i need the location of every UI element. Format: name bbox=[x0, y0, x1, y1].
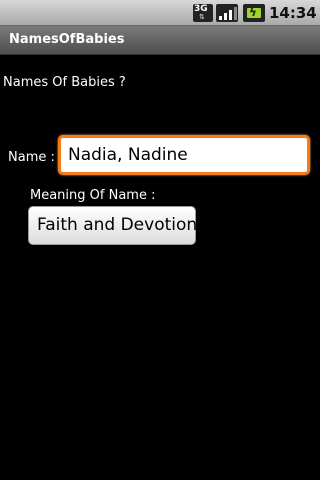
battery-charging-icon: ϟ bbox=[243, 4, 265, 22]
status-time: 14:34 bbox=[269, 4, 317, 22]
network-3g-icon: 3G ⇅ bbox=[193, 4, 213, 22]
signal-strength-icon bbox=[216, 4, 238, 22]
signal-bar bbox=[234, 7, 237, 20]
app-title-bar: NamesOfBabies bbox=[0, 26, 320, 55]
name-input[interactable] bbox=[58, 135, 310, 175]
signal-bar bbox=[219, 16, 222, 20]
signal-bar bbox=[224, 13, 227, 20]
signal-bar bbox=[229, 10, 232, 20]
app-title: NamesOfBabies bbox=[9, 32, 125, 47]
status-bar: 3G ⇅ ϟ 14:34 bbox=[0, 0, 320, 26]
name-label: Name : bbox=[8, 150, 55, 165]
question-label: Names Of Babies ? bbox=[3, 75, 126, 90]
meaning-label: Meaning Of Name : bbox=[30, 188, 156, 203]
meaning-value-field[interactable]: Faith and Devotion bbox=[28, 206, 197, 245]
charging-bolt-icon: ϟ bbox=[249, 5, 257, 19]
data-activity-arrows: ⇅ bbox=[199, 13, 205, 21]
